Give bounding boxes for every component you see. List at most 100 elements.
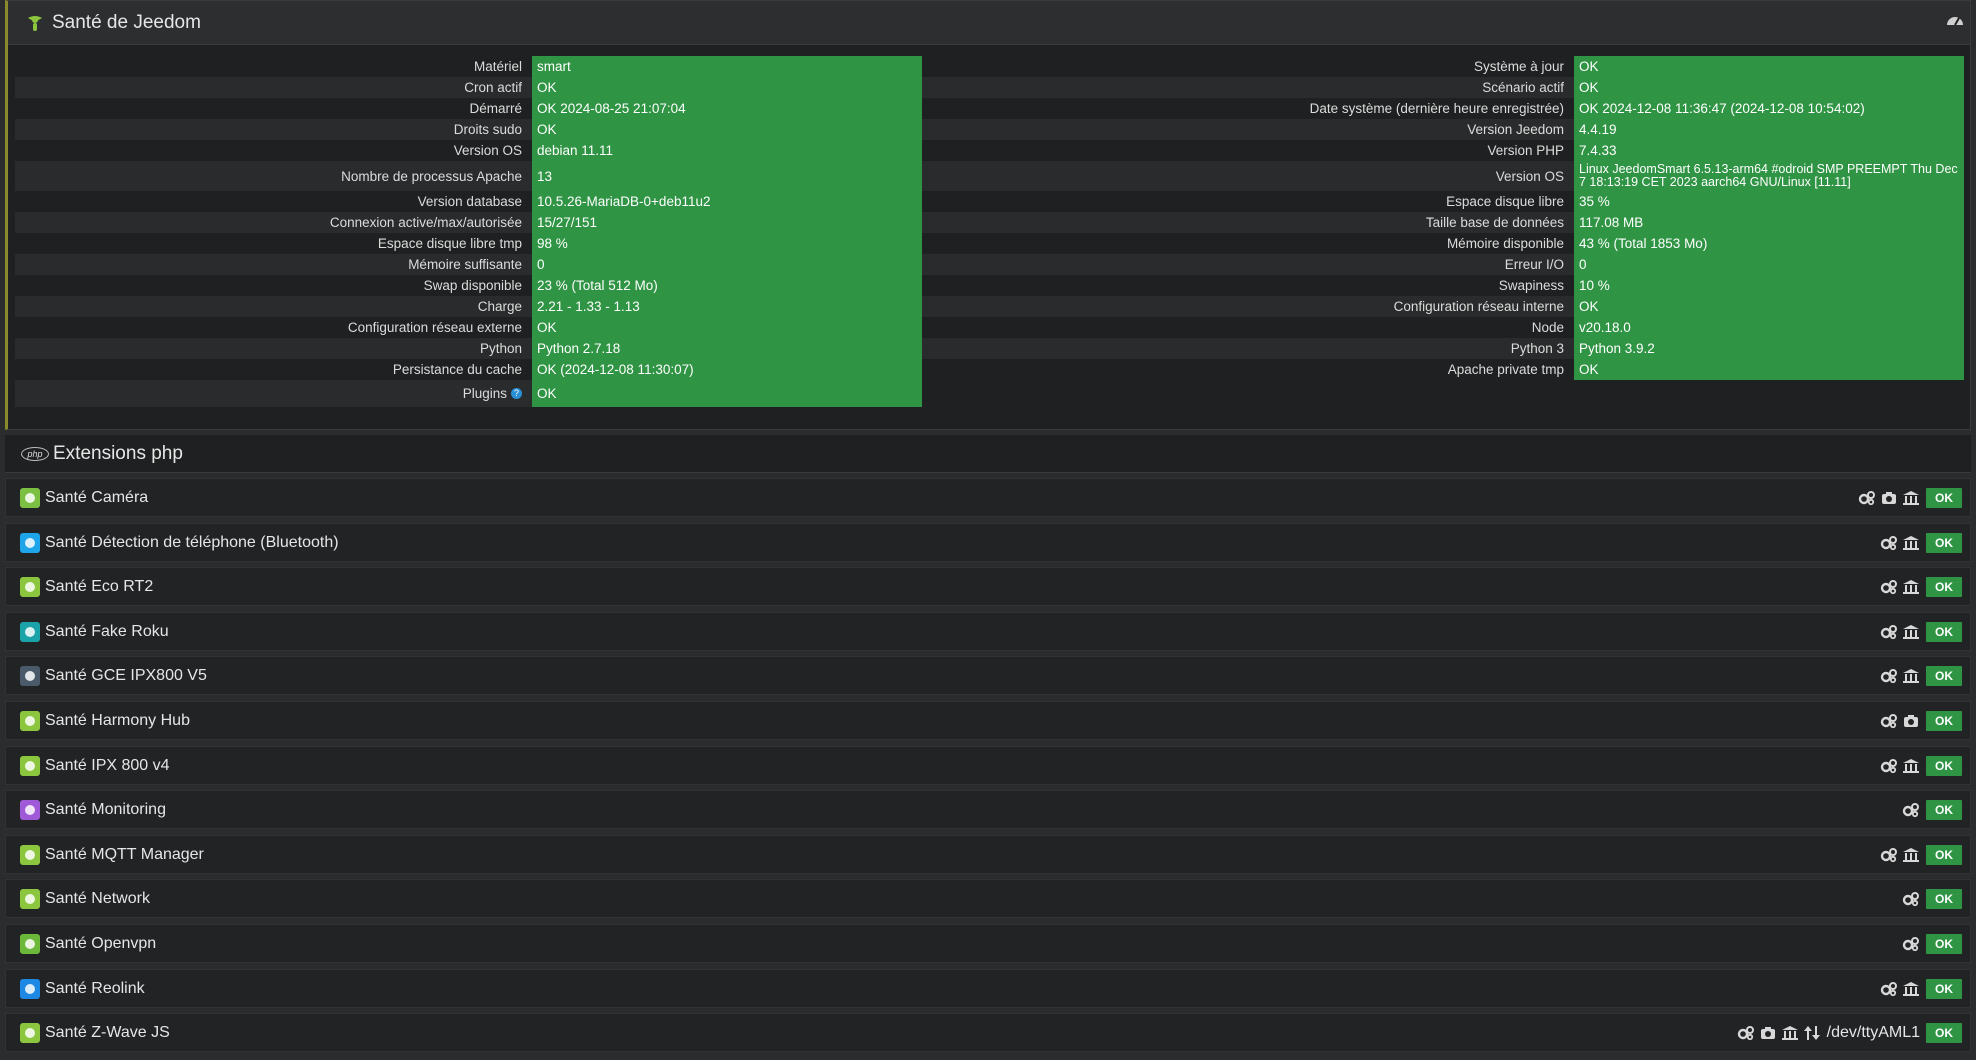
- plugin-health-row[interactable]: Santé Fake Roku OK: [5, 612, 1971, 651]
- health-value: OK: [532, 317, 922, 338]
- health-row-left: Mémoire suffisante 0: [15, 254, 922, 275]
- health-label: Taille base de données: [922, 212, 1574, 233]
- bank-icon[interactable]: [1902, 490, 1920, 506]
- plugin-health-row[interactable]: Santé Monitoring OK: [5, 790, 1971, 829]
- health-value: smart: [532, 56, 922, 77]
- health-row-right: Date système (dernière heure enregistrée…: [922, 98, 1964, 119]
- health-value: 7.4.33: [1574, 140, 1964, 161]
- health-header: Santé de Jeedom: [8, 1, 1970, 45]
- health-label: Node: [1531, 320, 1564, 335]
- plugin-logo-icon: [20, 1022, 40, 1043]
- plugin-health-row[interactable]: Santé Harmony Hub OK: [5, 701, 1971, 740]
- health-panel: Santé de Jeedom Matériel smart Cron actif O…: [5, 0, 1971, 430]
- gears-icon[interactable]: [1880, 758, 1898, 774]
- bank-icon[interactable]: [1781, 1025, 1799, 1041]
- health-label: Nombre de processus Apache: [15, 161, 532, 191]
- gears-icon[interactable]: [1737, 1025, 1755, 1041]
- health-row-right: Node v20.18.0: [922, 317, 1964, 338]
- plugin-health-row[interactable]: Santé Openvpn OK: [5, 924, 1971, 963]
- dashboard-icon[interactable]: [1946, 12, 1964, 26]
- question-icon[interactable]: ?: [511, 388, 522, 399]
- gears-icon[interactable]: [1880, 535, 1898, 551]
- status-badge: OK: [1926, 979, 1962, 999]
- health-value: 98 %: [532, 233, 922, 254]
- plugin-name: Santé Caméra: [45, 488, 149, 506]
- plugin-status-area: OK: [1876, 621, 1962, 643]
- plugin-status-area: /dev/ttyAML1 OK: [1733, 1022, 1962, 1044]
- bank-icon[interactable]: [1902, 535, 1920, 551]
- status-badge: OK: [1926, 711, 1962, 731]
- health-row-right: Taille base de données 117.08 MB: [922, 212, 1964, 233]
- plugin-status-area: OK: [1898, 933, 1962, 955]
- bank-icon[interactable]: [1902, 847, 1920, 863]
- health-row-right: Système à jour OK: [922, 56, 1964, 77]
- gears-icon[interactable]: [1902, 802, 1920, 818]
- plugin-logo-icon: [20, 844, 40, 865]
- health-title: Santé de Jeedom: [52, 11, 201, 33]
- health-value: 4.4.19: [1574, 119, 1964, 140]
- health-row-right: Erreur I/O 0: [922, 254, 1964, 275]
- health-value: OK: [532, 77, 922, 98]
- plugin-health-row[interactable]: Santé Caméra OK: [5, 478, 1971, 517]
- gears-icon[interactable]: [1880, 847, 1898, 863]
- bank-icon[interactable]: [1902, 624, 1920, 640]
- health-label: Python 3: [922, 338, 1574, 359]
- gears-icon[interactable]: [1858, 490, 1876, 506]
- health-value: 35 %: [1574, 191, 1964, 212]
- health-label: Mémoire disponible: [1446, 236, 1564, 251]
- sort-icon[interactable]: [1803, 1025, 1821, 1041]
- camera-icon[interactable]: [1880, 490, 1898, 506]
- plugin-status-area: OK: [1876, 710, 1962, 732]
- plugin-health-row[interactable]: Santé Détection de téléphone (Bluetooth)…: [5, 523, 1971, 562]
- health-label: Version PHP: [1487, 143, 1564, 158]
- gears-icon[interactable]: [1902, 936, 1920, 952]
- plugin-status-area: OK: [1876, 844, 1962, 866]
- health-label: Version OS: [453, 143, 522, 158]
- health-value: 15/27/151: [532, 212, 922, 233]
- gears-icon[interactable]: [1880, 624, 1898, 640]
- health-row-left: Démarré OK 2024-08-25 21:07:04: [15, 98, 922, 119]
- health-value: Linux JeedomSmart 6.5.13-arm64 #odroid S…: [1574, 161, 1964, 191]
- bank-icon[interactable]: [1902, 668, 1920, 684]
- plugin-health-row[interactable]: Santé MQTT Manager OK: [5, 835, 1971, 874]
- gears-icon[interactable]: [1902, 891, 1920, 907]
- health-row-right: Scénario actif OK: [922, 77, 1964, 98]
- plugin-logo-icon: [20, 755, 40, 776]
- health-row-left: Version database 10.5.26-MariaDB-0+deb11u…: [15, 191, 922, 212]
- bank-icon[interactable]: [1902, 758, 1920, 774]
- plugin-health-row[interactable]: Santé GCE IPX800 V5 OK: [5, 656, 1971, 695]
- status-badge: OK: [1926, 533, 1962, 553]
- status-badge: OK: [1926, 889, 1962, 909]
- status-badge: OK: [1926, 577, 1962, 597]
- health-label: Swap disponible: [423, 278, 522, 293]
- gears-icon[interactable]: [1880, 981, 1898, 997]
- camera-icon[interactable]: [1759, 1025, 1777, 1041]
- gears-icon[interactable]: [1880, 668, 1898, 684]
- plugin-health-row[interactable]: Santé Network OK: [5, 879, 1971, 918]
- gears-icon[interactable]: [1880, 713, 1898, 729]
- health-label: Espace disque libre: [1446, 194, 1564, 209]
- php-logo-icon: php: [21, 446, 49, 461]
- plugin-logo-icon: [20, 799, 40, 820]
- health-value: OK: [1574, 359, 1964, 380]
- bank-icon[interactable]: [1902, 981, 1920, 997]
- health-value: OK: [532, 119, 922, 140]
- plugin-name: Santé Openvpn: [45, 934, 157, 952]
- plugin-health-row[interactable]: Santé Eco RT2 OK: [5, 567, 1971, 606]
- plugin-health-row[interactable]: Santé IPX 800 v4 OK: [5, 746, 1971, 785]
- health-row-left: Python Python 2.7.18: [15, 338, 922, 359]
- bank-icon[interactable]: [1902, 579, 1920, 595]
- plugin-status-area: OK: [1876, 665, 1962, 687]
- gears-icon[interactable]: [1880, 579, 1898, 595]
- plugin-health-row[interactable]: Santé Z-Wave JS/dev/ttyAML1 OK: [5, 1013, 1971, 1052]
- health-value: 0: [1574, 254, 1964, 275]
- health-row-right: Version PHP 7.4.33: [922, 140, 1964, 161]
- health-row-left: Cron actif OK: [15, 77, 922, 98]
- plugin-name: Santé MQTT Manager: [45, 845, 204, 863]
- status-badge: OK: [1926, 800, 1962, 820]
- camera-icon[interactable]: [1902, 713, 1920, 729]
- plugin-health-row[interactable]: Santé Reolink OK: [5, 969, 1971, 1008]
- status-badge: OK: [1926, 488, 1962, 508]
- health-value: 23 % (Total 512 Mo): [532, 275, 922, 296]
- health-value: Python 2.7.18: [532, 338, 922, 359]
